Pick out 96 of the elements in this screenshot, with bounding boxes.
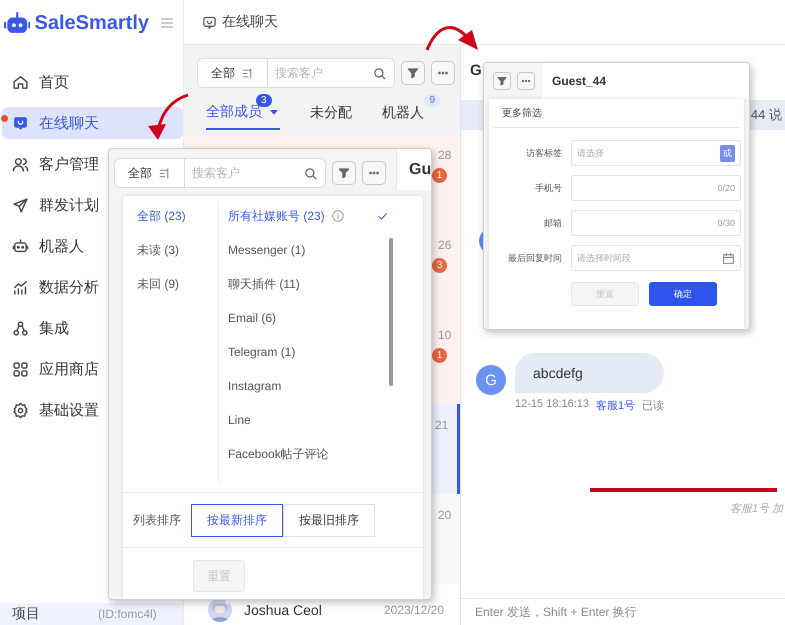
channel-option[interactable]: Facebook帖子评论: [228, 446, 423, 462]
chart-icon: [12, 278, 29, 296]
scope-dropdown[interactable]: 全部: [198, 59, 268, 87]
tab[interactable]: 未分配: [310, 102, 352, 130]
sort-option[interactable]: 按最旧排序: [283, 504, 375, 536]
nav-item[interactable]: 首页: [2, 66, 183, 98]
unread-badge: 3: [432, 258, 447, 273]
search-icon: [372, 66, 387, 80]
robot-icon: [12, 238, 29, 254]
contact-name: Joshua Ceol: [244, 601, 322, 618]
nav-label: 群发计划: [39, 196, 99, 214]
more-button[interactable]: [517, 72, 535, 90]
home-icon: [12, 74, 29, 90]
field-label: 最后回复时间: [507, 252, 562, 264]
date-field[interactable]: 请选择时间段: [577, 253, 718, 263]
filter-icon: [496, 75, 508, 87]
scrollbar-thumb[interactable]: [389, 238, 393, 386]
message-time: 12-15 18:16:13: [515, 398, 590, 412]
channel-option[interactable]: Telegram (1): [228, 344, 423, 360]
calendar-icon: [722, 252, 735, 264]
channel-option[interactable]: 所有社媒账号 (23): [228, 208, 423, 224]
timestamp: 20: [438, 508, 452, 522]
nav-item[interactable]: 基础设置: [2, 394, 183, 426]
sort-icon: [241, 66, 254, 80]
search-icon: [303, 166, 318, 180]
nav-item[interactable]: 应用商店: [2, 353, 183, 385]
count-badge: 9: [424, 94, 440, 107]
timestamp: 21: [435, 418, 448, 432]
unread-badge: 1: [432, 348, 447, 363]
channel-option[interactable]: Messenger (1): [228, 242, 423, 258]
sort-label: 列表排序: [133, 512, 181, 528]
nav-label: 应用商店: [39, 360, 99, 378]
field-label: 访客标签: [525, 146, 562, 160]
contact-name: Guest_44: [552, 74, 606, 88]
status-option[interactable]: 全部 (23): [137, 208, 218, 224]
channel-option[interactable]: Email (6): [228, 310, 423, 326]
channel-option[interactable]: Instagram: [228, 378, 423, 394]
sort-icon: [158, 166, 171, 180]
nav-label: 机器人: [39, 236, 84, 256]
nav-label: 首页: [39, 72, 69, 92]
field-label: 手机号: [534, 182, 562, 194]
nav-label: 客户管理: [39, 154, 99, 174]
character-counter: 0/20: [717, 183, 735, 193]
channel-option[interactable]: 聊天插件 (11): [228, 276, 423, 292]
search-field[interactable]: 搜索客户: [275, 66, 368, 80]
filter-button[interactable]: [332, 161, 356, 185]
timestamp: 26: [438, 238, 452, 252]
message-bubble: abcdefg: [515, 353, 664, 393]
status-option[interactable]: 未回 (9): [137, 276, 218, 292]
channel-option[interactable]: Line: [228, 412, 423, 428]
chat-icon: [202, 14, 217, 30]
send-icon: [12, 196, 29, 214]
settings-icon: [12, 402, 29, 418]
users-icon: [12, 156, 29, 172]
sort-option[interactable]: 按最新排序: [191, 504, 283, 536]
filter-icon: [337, 166, 351, 180]
project-id: (ID:fomc4l): [98, 607, 157, 621]
tab[interactable]: 机器人: [382, 102, 424, 130]
agent-name: 客服1号: [596, 398, 636, 413]
grid-icon: [12, 360, 29, 378]
status-option[interactable]: 未读 (3): [137, 242, 218, 258]
message-input[interactable]: Enter 发送，Shift + Enter 换行: [475, 603, 785, 621]
nav-label: 在线聊天: [39, 114, 99, 132]
panel-heading: 更多筛选: [494, 99, 739, 128]
chat-icon: [12, 114, 29, 132]
more-button[interactable]: [362, 161, 386, 185]
scope-dropdown[interactable]: 全部: [115, 159, 185, 187]
system-note: 客服1号 加: [730, 502, 784, 516]
filter-button[interactable]: [493, 72, 511, 90]
date-field[interactable]: 请选择时间段: [571, 245, 741, 271]
avatar: G: [476, 365, 506, 395]
nav-label: 数据分析: [39, 278, 99, 296]
nav-item[interactable]: 在线聊天: [2, 107, 183, 139]
confirm-button[interactable]: 确定: [649, 282, 717, 306]
page-title: 在线聊天: [222, 13, 278, 31]
character-counter: 0/30: [717, 218, 735, 228]
notice-text: 44 说: [750, 106, 782, 124]
more-button[interactable]: [431, 61, 455, 85]
timestamp: 2023/12/20: [384, 602, 444, 617]
filter-button[interactable]: [401, 61, 425, 85]
field-label: 邮箱: [543, 216, 562, 230]
nav-label: 基础设置: [39, 400, 99, 420]
timestamp: 28: [438, 148, 452, 162]
nav-label: 集成: [39, 318, 69, 338]
contact-name: Gu: [409, 160, 431, 178]
search-field[interactable]: 搜索客户: [192, 166, 299, 180]
timestamp: 10: [438, 328, 452, 342]
read-status: 已读: [642, 399, 664, 413]
filter-icon: [406, 66, 420, 80]
network-icon: [12, 320, 29, 336]
project-label: 项目: [12, 605, 40, 623]
brand-name: SaleSmartly: [34, 12, 149, 34]
unread-badge: 1: [432, 168, 447, 183]
contact-name: G: [470, 62, 482, 78]
nav-item[interactable]: 集成: [2, 312, 183, 344]
select-field[interactable]: 请选择: [577, 148, 716, 158]
